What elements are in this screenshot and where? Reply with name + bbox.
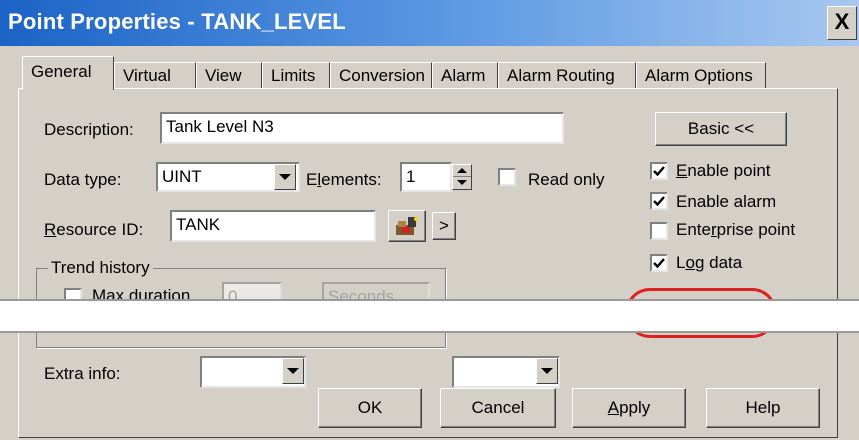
close-button[interactable]: X [827,6,857,40]
checkmark-icon [653,258,665,269]
description-label: Description: [44,120,134,139]
elements-label: Elements: [306,170,382,189]
extra-info-dropdown-button[interactable] [282,358,304,384]
tab-alarm-options[interactable]: Alarm Options [636,62,766,88]
tab-virtual[interactable]: Virtual [114,62,196,88]
resource-id-field[interactable]: TANK [170,210,376,242]
secondary-dropdown-button[interactable] [536,358,558,384]
elements-field[interactable]: 1 [400,162,452,192]
log-data-label: Log data [676,253,743,272]
dialog-body: General Virtual View Limits Conversion A… [0,46,859,440]
window-title: Point Properties - TANK_LEVEL [8,9,346,34]
chevron-down-icon [287,368,299,374]
enable-alarm-checkbox[interactable] [650,192,668,210]
data-type-label: Data type: [44,170,122,189]
title-bar: Point Properties - TANK_LEVEL X [0,0,859,46]
read-only-checkbox[interactable] [498,168,516,186]
tag-browser-icon [396,217,418,235]
tab-alarm-routing[interactable]: Alarm Routing [498,62,636,88]
data-type-dropdown-button[interactable] [274,164,296,190]
tab-alarm[interactable]: Alarm [432,62,498,88]
ok-button[interactable]: OK [318,388,422,428]
tab-limits[interactable]: Limits [262,62,330,88]
trend-history-label: Trend history [48,258,153,278]
chevron-down-icon [541,368,553,374]
tab-general[interactable]: General [22,56,114,90]
enterprise-point-checkbox[interactable] [650,222,668,240]
resource-browse-button[interactable] [388,210,426,242]
enable-alarm-label: Enable alarm [676,192,777,211]
resource-next-button[interactable]: > [432,212,456,240]
description-field[interactable]: Tank Level N3 [160,112,564,144]
chevron-down-icon [279,174,291,180]
read-only-label: Read only [528,170,605,189]
log-data-checkbox[interactable] [650,254,668,272]
spin-down-icon [457,180,467,185]
extra-info-label: Extra info: [44,364,121,383]
help-button[interactable]: Help [706,388,820,428]
elements-spinner[interactable] [452,164,472,190]
enable-point-label: Enable point [676,161,771,180]
cancel-button[interactable]: Cancel [440,388,556,428]
spin-up-icon [457,168,467,173]
basic-button[interactable]: Basic << [655,112,787,146]
tab-view[interactable]: View [196,62,262,88]
close-icon: X [834,9,850,34]
apply-button[interactable]: Apply [572,388,686,428]
resource-id-label: Resource ID: [44,220,144,239]
data-type-value: UINT [162,167,202,186]
checkmark-icon [653,196,665,207]
tab-conversion[interactable]: Conversion [330,62,432,88]
checkmark-icon [653,166,665,177]
enterprise-point-label: Enterprise point [676,220,796,239]
screenshot-cut-band [0,299,859,333]
enable-point-checkbox[interactable] [650,162,668,180]
